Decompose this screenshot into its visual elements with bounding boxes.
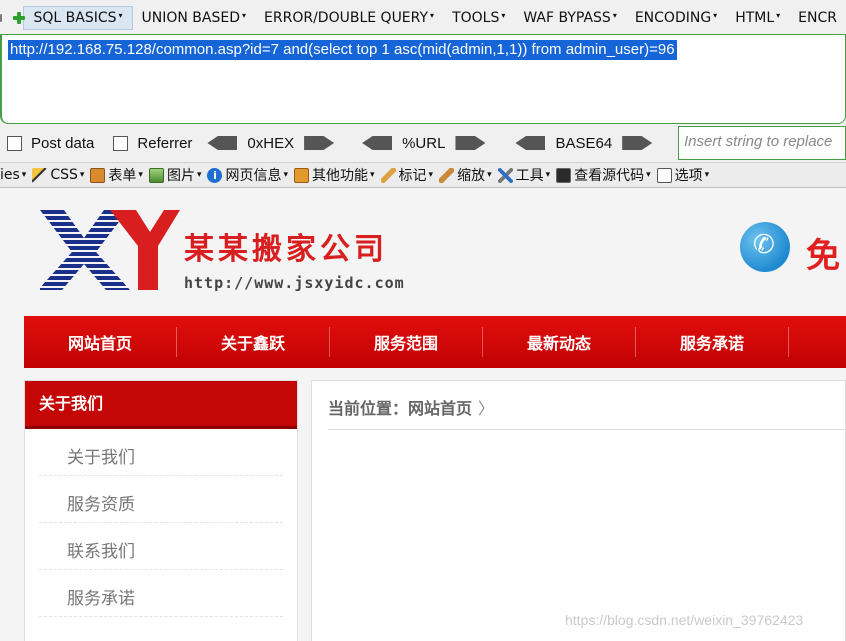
referrer-option[interactable]: Referrer [113,135,192,152]
sidebar-item-qualification[interactable]: 服务资质 [39,476,283,523]
hex-decode-arrow-icon[interactable] [207,136,238,150]
base64-decode-arrow-icon[interactable] [515,136,546,150]
menu-union-based[interactable]: UNION BASED ▾ [133,7,256,29]
menu-encoding[interactable]: ENCODING ▾ [626,7,726,29]
url-encode-arrow-icon[interactable] [455,136,486,150]
image-icon [148,167,164,183]
sidebar-title: 关于我们 [25,381,297,429]
marker-icon [380,167,396,183]
menu-tools[interactable]: TOOLS ▾ [443,7,514,29]
menu-encryption[interactable]: ENCR [789,7,846,29]
toolbar-outline[interactable]: 标记 ▾ [380,165,433,185]
sidebar-item-promise[interactable]: 服务承诺 [39,570,283,617]
toolbar-grip-icon [0,14,3,22]
sidebar: 关于我们 关于我们 服务资质 联系我们 服务承诺 [24,380,298,641]
referrer-checkbox[interactable] [113,135,129,151]
base64-encode-arrow-icon[interactable] [622,136,653,150]
nav-news[interactable]: 最新动态 [483,330,635,354]
url-selected-text[interactable]: http://192.168.75.128/common.asp?id=7 an… [8,40,677,60]
nav-promise[interactable]: 服务承诺 [636,330,788,354]
misc-icon [294,167,310,183]
toolbar-images[interactable]: 图片 ▾ [148,165,201,185]
main-navbar: 网站首页 关于鑫跃 服务范围 最新动态 服务承诺 在线 [24,316,846,368]
hex-encoder: 0xHEX [207,134,335,152]
menu-error-double-query[interactable]: ERROR/DOUBLE QUERY ▾ [255,7,443,29]
tools-icon [497,167,513,183]
referrer-label: Referrer [137,134,193,152]
post-data-checkbox[interactable] [7,135,22,151]
plus-icon[interactable] [12,11,26,25]
sidebar-item-contact[interactable]: 联系我们 [39,523,283,570]
toolbar-page-info[interactable]: i 网页信息 ▾ [207,165,288,185]
xy-logo [40,210,180,290]
breadcrumb-divider [328,429,846,430]
nav-home[interactable]: 网站首页 [24,330,176,354]
menu-sql-basics[interactable]: SQL BASICS ▾ [23,6,133,30]
nav-about[interactable]: 关于鑫跃 [177,330,329,354]
menu-html[interactable]: HTML ▾ [726,7,789,29]
phone-icon: ✆ [740,222,790,272]
main-content: 当前位置：网站首页〉 [311,380,846,641]
toolbar-view-source[interactable]: 查看源代码 ▾ [556,165,651,185]
nav-services[interactable]: 服务范围 [330,330,482,354]
url-decode-arrow-icon[interactable] [362,136,393,150]
hex-label: 0xHEX [247,134,295,152]
post-data-label: Post data [31,134,95,152]
breadcrumb: 当前位置：网站首页〉 [328,395,494,419]
toolbar-options[interactable]: 选项 ▾ [656,165,709,185]
breadcrumb-text: 当前位置：网站首页 [328,399,473,418]
base64-encoder: BASE64 [515,134,653,152]
toolbar-css[interactable]: CSS ▾ [32,167,84,183]
toolbar-misc[interactable]: 其他功能 ▾ [294,165,375,185]
toolbar-tools[interactable]: 工具 ▾ [497,165,550,185]
sidebar-item-about[interactable]: 关于我们 [39,429,283,476]
company-url: http://www.jsxyidc.com [184,274,405,292]
resize-icon [439,167,455,183]
web-developer-toolbar: ies ▾ CSS ▾ 表单 ▾ 图片 ▾ i 网页信息 ▾ 其他功能 ▾ 标记 ▾ 缩放 ▾ 工… [0,162,846,188]
replace-string-input[interactable]: Insert string to replace [678,126,846,160]
post-data-option[interactable]: Post data [7,135,94,152]
company-name: 某某搬家公司 [184,232,388,267]
breadcrumb-chevron-icon: 〉 [478,399,495,418]
url-textarea[interactable]: http://192.168.75.128/common.asp?id=7 an… [0,34,846,124]
info-icon: i [207,167,223,183]
toolbar-resize[interactable]: 缩放 ▾ [439,165,492,185]
hackbar-options-row: Post data Referrer 0xHEX %URL BASE64 Ins… [0,124,846,162]
website-viewport: 某某搬家公司 http://www.jsxyidc.com ✆ 免 网站首页 关… [0,188,846,641]
hackbar-menu: SQL BASICS ▾ UNION BASED ▾ ERROR/DOUBLE QU… [0,0,846,36]
hotline-label: 免 [806,236,840,276]
hex-encode-arrow-icon[interactable] [304,136,335,150]
source-icon [556,167,572,183]
options-icon [656,167,672,183]
nav-online[interactable]: 在线 [789,330,846,354]
base64-label: BASE64 [555,134,613,152]
pencil-icon [32,167,48,183]
menu-waf-bypass[interactable]: WAF BYPASS ▾ [514,7,625,29]
csdn-watermark: https://blog.csdn.net/weixin_39762423 [565,612,804,628]
toolbar-forms[interactable]: 表单 ▾ [90,165,143,185]
form-icon [90,167,106,183]
url-encode-label: %URL [402,134,446,152]
url-encoder: %URL [362,134,486,152]
toolbar-cookies[interactable]: ies ▾ [0,167,26,183]
replace-placeholder: Insert string to replace [684,133,833,150]
